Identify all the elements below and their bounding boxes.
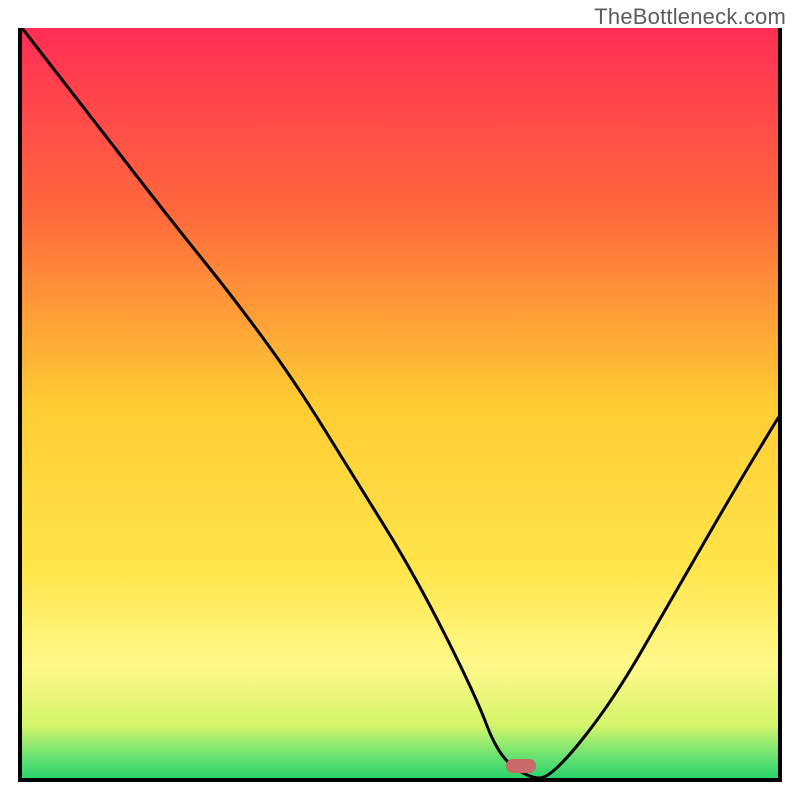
curve-line [22, 28, 778, 778]
chart-container: TheBottleneck.com [0, 0, 800, 800]
bottleneck-curve [22, 28, 778, 778]
plot-area [18, 28, 782, 782]
optimal-marker [506, 759, 536, 773]
watermark-text: TheBottleneck.com [594, 4, 786, 30]
